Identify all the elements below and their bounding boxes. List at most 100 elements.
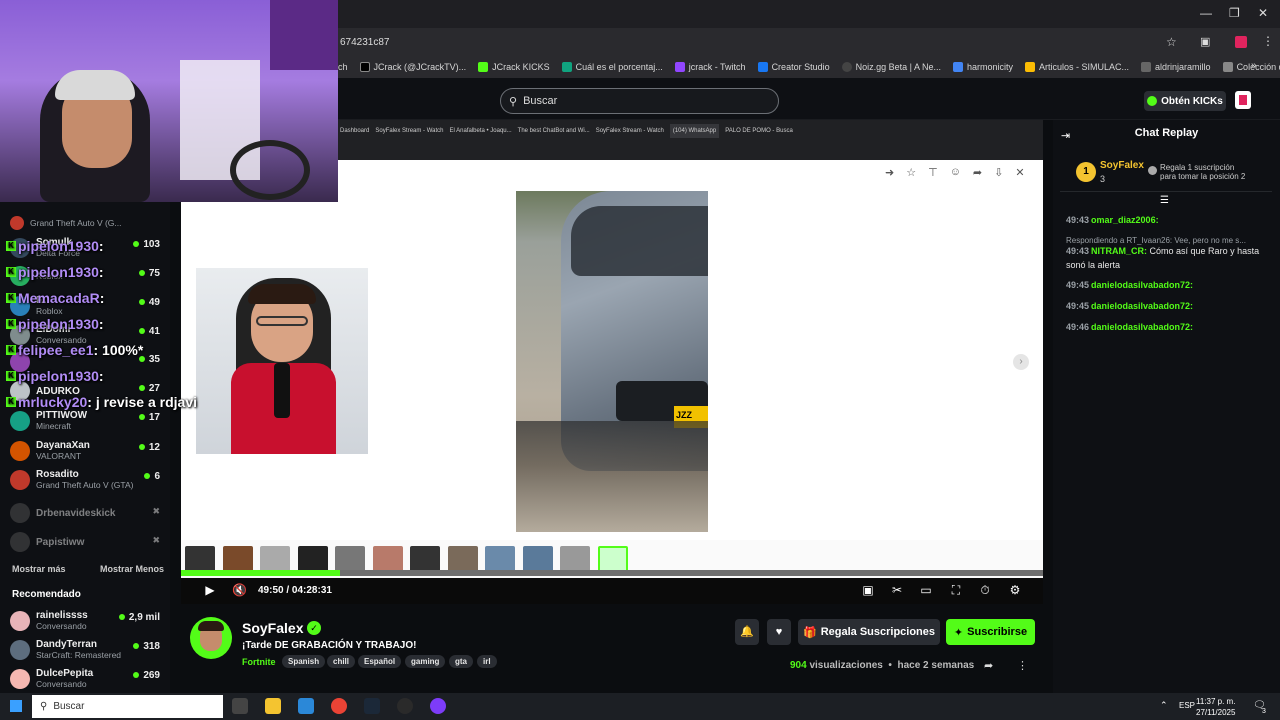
tray-chevron-icon[interactable]: ⌃: [1160, 700, 1168, 711]
tag-chip[interactable]: Español: [358, 655, 402, 668]
chat-username[interactable]: danielodasilvabadon72:: [1091, 280, 1193, 290]
app-icon[interactable]: [430, 698, 446, 714]
more-bookmarks-icon[interactable]: »: [1251, 60, 1257, 71]
tag-chip[interactable]: irl: [477, 655, 497, 668]
pip-icon[interactable]: ▣: [861, 583, 875, 597]
chat-username[interactable]: danielodasilvabadon72:: [1091, 322, 1193, 332]
bookmark-item[interactable]: Creator Studio: [757, 62, 830, 72]
sidebar-channel[interactable]: PITTIWOW Minecraft 17: [10, 410, 160, 431]
sidebar-channel-offline[interactable]: Papistiww ✖: [10, 532, 160, 552]
bookmark-star-icon[interactable]: ☆: [1166, 35, 1177, 49]
gift-icon: 🎁: [802, 626, 817, 639]
bookmark-item[interactable]: jcrack - Twitch: [674, 62, 746, 72]
bookmark-item[interactable]: JCrack (@JCrackTV)...: [359, 62, 466, 72]
taskbar-search[interactable]: ⚲ Buscar: [32, 695, 223, 718]
bookmark-item[interactable]: ch: [338, 62, 348, 72]
outlook-icon[interactable]: [298, 698, 314, 714]
search-input[interactable]: ⚲ Buscar: [500, 88, 779, 114]
next-image-button[interactable]: ›: [1013, 354, 1029, 370]
overlay-chat-user: pipelon1930: [18, 316, 99, 332]
recommended-channel[interactable]: rainelissss Conversando 2,9 mil: [10, 610, 160, 631]
channel-game: Grand Theft Auto V (GTA): [36, 480, 134, 490]
chrome-icon[interactable]: [331, 698, 347, 714]
more-options-icon[interactable]: ⋮: [1017, 659, 1028, 672]
viewer-count: 2,9 mil: [119, 612, 160, 623]
task-view-icon[interactable]: [232, 698, 248, 714]
tag-chip[interactable]: gta: [449, 655, 473, 668]
tag-chip[interactable]: chill: [327, 655, 356, 668]
obs-icon[interactable]: [397, 698, 413, 714]
sidebar-channel[interactable]: Grand Theft Auto V (G...: [10, 216, 160, 230]
channel-name: rainelissss: [36, 610, 88, 621]
taskbar-clock[interactable]: 11:37 p. m. 27/11/2025: [1196, 696, 1235, 718]
bookmark-item[interactable]: Noiz.gg Beta | A Ne...: [841, 62, 941, 72]
mute-icon[interactable]: 🔇: [232, 583, 247, 597]
clock-time: 11:37 p. m.: [1196, 697, 1236, 706]
stream-category[interactable]: Fortnite: [242, 657, 276, 667]
restore-button[interactable]: ❐: [1229, 6, 1240, 20]
settings-gear-icon[interactable]: ⚙: [1008, 583, 1022, 597]
captured-tab: (104) WhatsApp: [669, 124, 720, 138]
subscribe-button[interactable]: ✦ Suscribirse: [946, 619, 1035, 645]
tag-chip[interactable]: Spanish: [282, 655, 326, 668]
show-less-button[interactable]: Mostrar Menos: [100, 564, 164, 574]
show-more-button[interactable]: Mostrar más: [12, 564, 66, 574]
bookmark-item[interactable]: harmonicity: [952, 62, 1013, 72]
overlay-chat-user: felipee_ee1: [18, 342, 94, 358]
bookmark-item[interactable]: aldrinjaramillo: [1141, 62, 1211, 72]
bookmark-item[interactable]: JCrack KICKS: [478, 62, 550, 72]
fullscreen-icon[interactable]: ⛶: [949, 583, 963, 597]
overlay-chat-user: pipelon1930: [18, 264, 99, 280]
sidebar-channel-offline[interactable]: Drbenavideskick ✖: [10, 503, 160, 523]
file-explorer-icon[interactable]: [265, 698, 281, 714]
subscribe-label: Suscribirse: [967, 626, 1028, 638]
tag-chip[interactable]: gaming: [405, 655, 446, 668]
minimize-button[interactable]: —: [1200, 6, 1212, 20]
streamer-avatar[interactable]: [190, 617, 232, 659]
get-kicks-button[interactable]: Obtén KICKs: [1144, 91, 1226, 111]
gifter-count: 3: [1100, 174, 1106, 184]
gift-subscriptions-button[interactable]: 🎁 Regala Suscripciones: [798, 619, 940, 645]
overlay-chat-line: Kfelipee_ee1 : 100%*: [6, 342, 143, 358]
theater-mode-icon[interactable]: ▭: [919, 583, 933, 597]
sidebar-channel[interactable]: DayanaXan VALORANT 12: [10, 440, 160, 461]
notification-bell-button[interactable]: 🔔: [735, 619, 759, 645]
share-icon[interactable]: ➦: [984, 659, 993, 672]
progress-bar[interactable]: [181, 570, 1043, 576]
close-window-button[interactable]: ✕: [1258, 6, 1268, 20]
bookmark-label: harmonicity: [966, 62, 1013, 72]
chat-username[interactable]: omar_diaz2006:: [1091, 215, 1159, 225]
channel-name: Papistiww: [36, 536, 85, 548]
viewer-count: 6: [144, 471, 160, 482]
menu-dots-icon[interactable]: ⋮: [1262, 34, 1274, 48]
user-avatar[interactable]: [1235, 91, 1251, 109]
recommended-channel[interactable]: DandyTerran StarCraft: Remastered 318: [10, 639, 160, 660]
follow-heart-button[interactable]: ♥: [767, 619, 791, 645]
gift-prompt[interactable]: Regala 1 suscripción para tomar la posic…: [1160, 163, 1245, 181]
rank-one-badge: 1: [1076, 162, 1096, 182]
overlay-chat-line: Kmrlucky20 : j revise a rdjavi: [6, 394, 197, 410]
bookmark-item[interactable]: Cuál es el porcentaj...: [561, 62, 663, 72]
chat-timestamp: 49:43: [1066, 215, 1090, 225]
clip-icon[interactable]: ✂: [890, 583, 904, 597]
language-indicator[interactable]: ESP: [1179, 701, 1195, 710]
recommended-channel[interactable]: DulcePepita Conversando 269: [10, 668, 160, 689]
chat-menu-icon[interactable]: ☰: [1160, 195, 1169, 206]
sidebar-channel[interactable]: Rosadito Grand Theft Auto V (GTA) 6: [10, 469, 160, 490]
twitch-icon: [674, 62, 685, 72]
channel-game: Minecraft: [36, 421, 71, 431]
recommended-title: Recomendado: [12, 589, 81, 600]
streamer-name[interactable]: SoyFalex: [242, 620, 303, 636]
chat-username[interactable]: NITRAM_CR:: [1091, 246, 1150, 256]
play-icon[interactable]: ▶: [203, 583, 217, 597]
viewer-count: 27: [139, 383, 160, 394]
chat-username[interactable]: danielodasilvabadon72:: [1091, 301, 1193, 311]
steam-icon[interactable]: [364, 698, 380, 714]
windows-start-icon[interactable]: [10, 700, 22, 712]
kick-badge-icon: K: [6, 345, 16, 355]
speed-icon[interactable]: ⏱: [978, 583, 992, 597]
bookmark-item[interactable]: Articulos - SIMULAC...: [1025, 62, 1129, 72]
overlay-chat-text: : j revise a rdjavi: [87, 394, 198, 410]
profile-icon[interactable]: [1235, 36, 1247, 48]
extensions-icon[interactable]: ▣: [1200, 35, 1210, 48]
